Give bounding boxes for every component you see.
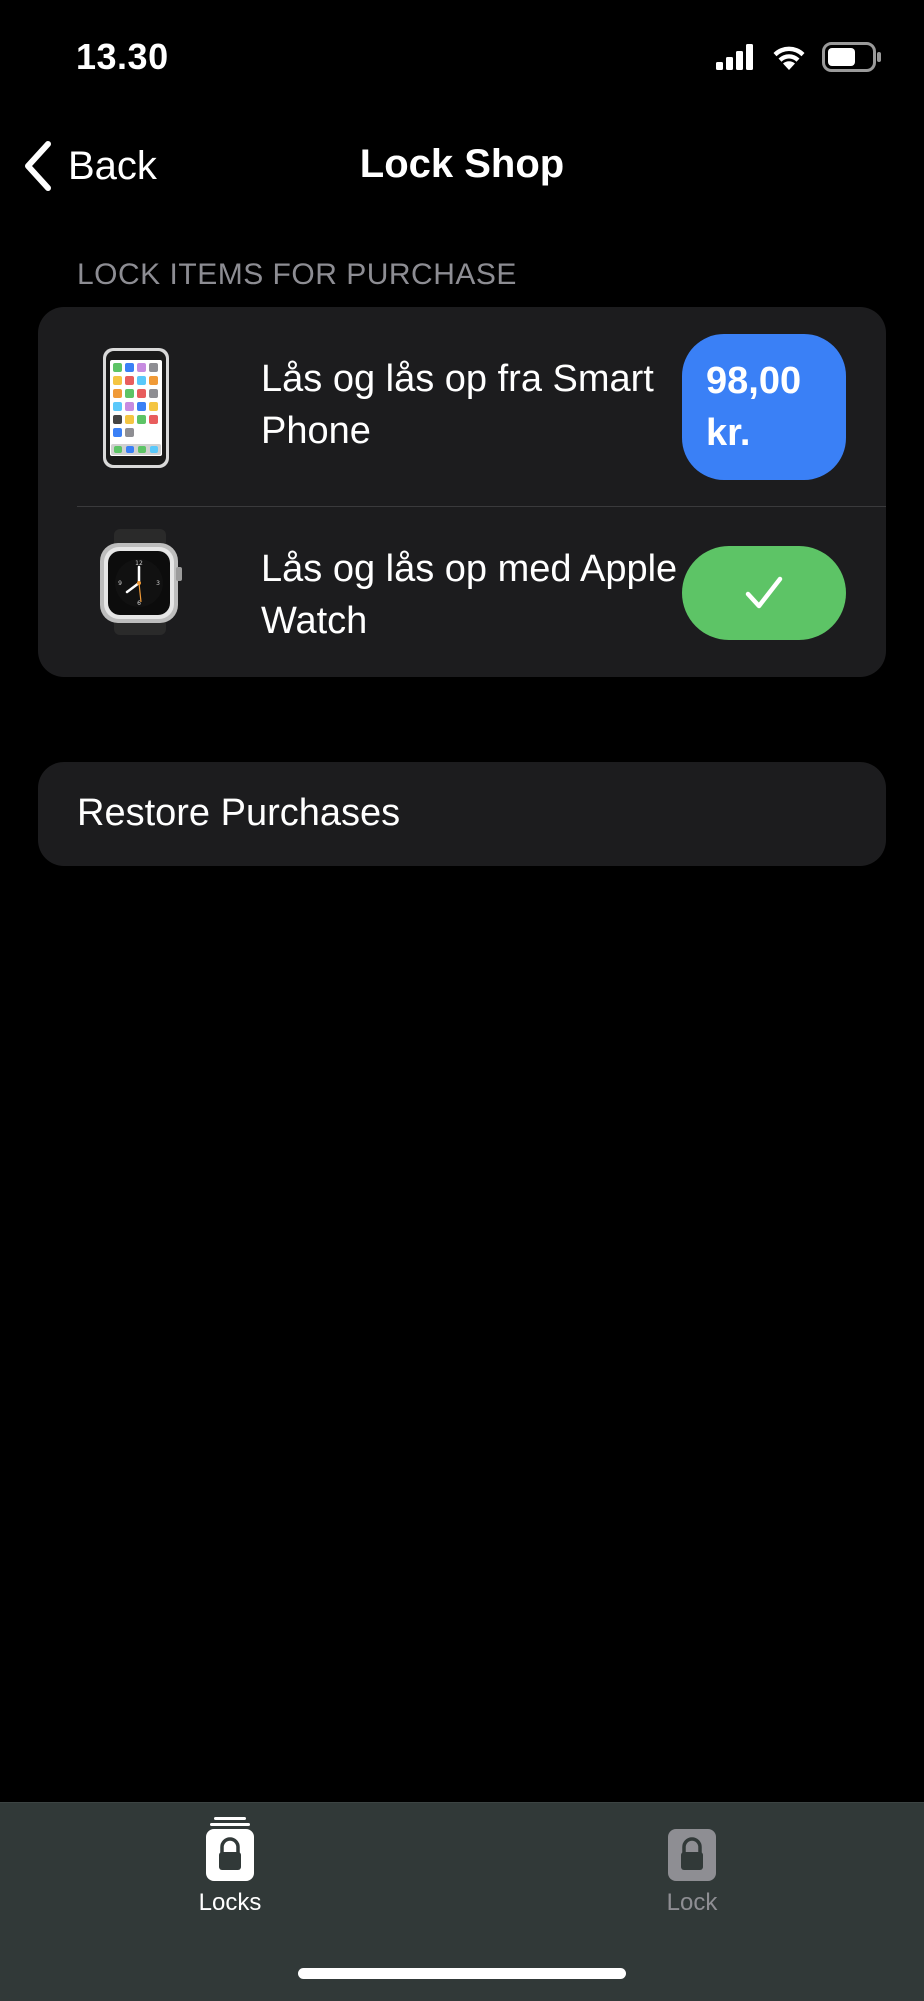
price-label: 98,00 kr. xyxy=(706,360,802,454)
tab-locks[interactable]: Locks xyxy=(130,1817,330,1927)
lock-icon xyxy=(668,1829,716,1881)
restore-purchases-label: Restore Purchases xyxy=(77,792,401,834)
apple-watch-icon: 12 3 6 9 xyxy=(100,529,182,635)
svg-text:9: 9 xyxy=(118,580,122,587)
list-item-smartphone: Lås og lås op fra Smart Phone 98,00 kr. xyxy=(38,307,886,507)
wifi-icon xyxy=(773,46,805,70)
status-icons xyxy=(716,42,882,72)
buy-price-button[interactable]: 98,00 kr. xyxy=(682,334,846,480)
tab-lock[interactable]: Lock xyxy=(592,1817,792,1927)
item-label: Lås og lås op fra Smart Phone xyxy=(261,358,654,452)
lock-items-list: Lås og lås op fra Smart Phone 98,00 kr. … xyxy=(38,307,886,677)
svg-text:3: 3 xyxy=(156,580,160,587)
battery-icon xyxy=(822,42,881,72)
page-title: Lock Shop xyxy=(359,142,565,186)
tab-label: Lock xyxy=(666,1889,718,1916)
status-time: 13.30 xyxy=(76,36,169,77)
restore-purchases-button[interactable]: Restore Purchases xyxy=(38,762,886,866)
smartphone-icon xyxy=(103,348,169,468)
item-label: Lås og lås op med Apple Watch xyxy=(261,548,678,642)
checkmark-icon xyxy=(745,576,783,609)
section-header: LOCK ITEMS FOR PURCHASE xyxy=(77,258,517,291)
home-indicator[interactable] xyxy=(298,1968,626,1979)
purchased-button[interactable] xyxy=(682,546,846,640)
list-item-apple-watch: 12 3 6 9 Lås og lås op med Apple Watch xyxy=(38,507,886,677)
tab-label: Locks xyxy=(198,1889,262,1916)
status-bar: 13.30 xyxy=(0,0,924,120)
cellular-signal-icon xyxy=(716,44,753,70)
navigation-bar: Back Lock Shop xyxy=(0,120,924,210)
locks-stack-icon xyxy=(206,1817,254,1881)
